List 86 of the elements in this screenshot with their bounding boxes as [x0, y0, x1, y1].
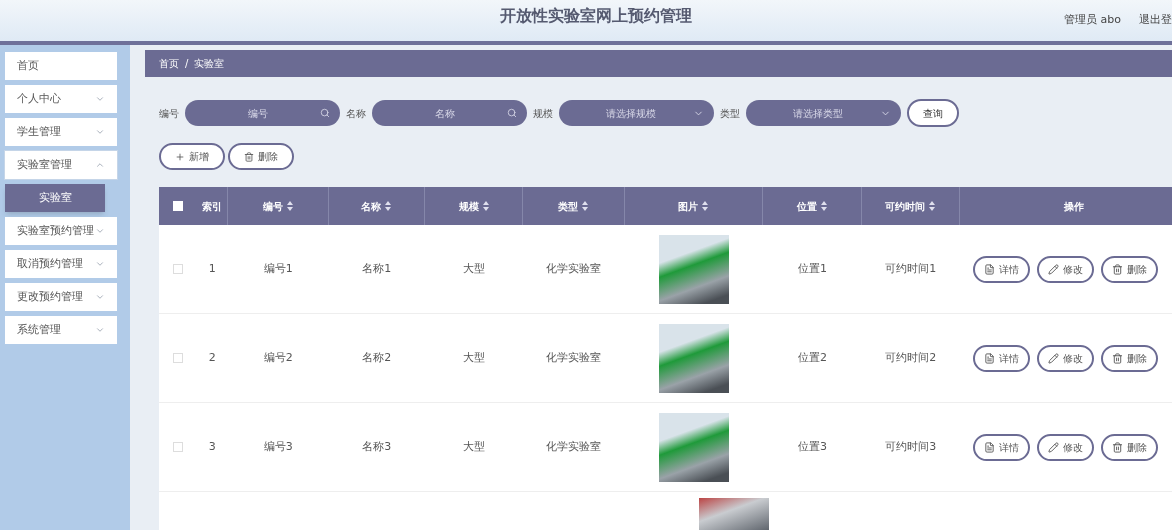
detail-button[interactable]: 详情: [972, 344, 1030, 372]
select-all-checkbox[interactable]: [172, 201, 183, 211]
table-cell-text: 大型: [463, 349, 486, 366]
row-checkbox[interactable]: [172, 442, 183, 452]
delete-button[interactable]: 删除: [1100, 344, 1158, 372]
select-field[interactable]: 请选择规模: [559, 100, 714, 126]
add-button[interactable]: 新增: [159, 143, 225, 170]
table-cell-text: 1: [208, 260, 216, 277]
column-header: 索引: [196, 187, 228, 225]
plus-icon: [175, 151, 185, 162]
breadcrumb-item: /: [185, 57, 189, 71]
column-header[interactable]: 图片: [624, 187, 764, 225]
column-header[interactable]: 规模: [425, 187, 523, 225]
detail-button[interactable]: 详情: [972, 255, 1030, 283]
sidebar-menu-item[interactable]: 实验室管理: [5, 151, 117, 179]
table-cell-text: 编号1: [263, 260, 293, 277]
column-header: 操作: [959, 187, 1172, 225]
edit-button[interactable]: 修改: [1036, 344, 1094, 372]
table-cell-text: 大型: [463, 438, 486, 455]
table-cell-text: 位置2: [798, 349, 828, 366]
table-cell-text: 名称2: [362, 349, 392, 366]
row-checkbox[interactable]: [172, 264, 183, 274]
sidebar-menu-item[interactable]: 学生管理: [5, 118, 117, 146]
table-cell-text: 可约时间1: [885, 260, 937, 277]
search-field[interactable]: 名称: [372, 100, 527, 126]
breadcrumb-item[interactable]: 首页: [159, 56, 179, 71]
table-cell-text: 编号3: [263, 438, 293, 455]
logout-link[interactable]: 退出登: [1139, 12, 1172, 29]
photo-placeholder: [658, 323, 729, 393]
document-icon: [983, 263, 995, 275]
detail-button[interactable]: 详情: [972, 433, 1030, 461]
filter-label: 名称: [346, 106, 366, 121]
table-cell-text: 位置3: [798, 438, 828, 455]
column-header[interactable]: 类型: [522, 187, 625, 225]
document-icon: [983, 352, 995, 364]
pencil-icon: [1047, 352, 1059, 364]
table-cell-text: 大型: [463, 260, 486, 277]
search-icon: [507, 108, 517, 118]
trash-icon: [1111, 263, 1123, 275]
filter-label: 规模: [533, 106, 553, 121]
table-cell-text: 化学实验室: [546, 349, 602, 366]
table-cell-text: 可约时间2: [885, 349, 937, 366]
edit-button[interactable]: 修改: [1036, 255, 1094, 283]
edit-button[interactable]: 修改: [1036, 433, 1094, 461]
table-cell-text: 位置1: [798, 260, 828, 277]
document-icon: [983, 441, 995, 453]
table-cell-text: 名称3: [362, 438, 392, 455]
pencil-icon: [1047, 441, 1059, 453]
sidebar-menu-item[interactable]: 个人中心: [5, 85, 117, 113]
app-title: 开放性实验室网上预约管理: [500, 5, 692, 27]
breadcrumb-item: 实验室: [194, 57, 225, 71]
table-cell-text: 3: [208, 438, 216, 455]
pencil-icon: [1047, 263, 1059, 275]
filter-label: 编号: [159, 106, 179, 121]
table-cell-text: 化学实验室: [546, 260, 602, 277]
sidebar-menu-item[interactable]: 系统管理: [5, 316, 117, 344]
sidebar-menu-item[interactable]: 更改预约管理: [5, 283, 117, 311]
select-field[interactable]: 请选择类型: [746, 100, 901, 126]
sidebar-menu-item[interactable]: 实验室预约管理: [5, 217, 117, 245]
query-button[interactable]: 查询: [907, 99, 959, 127]
delete-button[interactable]: 删除: [228, 143, 294, 170]
delete-button[interactable]: 删除: [1100, 255, 1158, 283]
photo-placeholder: [658, 412, 729, 482]
table-cell-text: 名称1: [362, 260, 392, 277]
trash-icon: [1111, 441, 1123, 453]
trash-icon: [1111, 352, 1123, 364]
photo-placeholder: [658, 234, 729, 304]
user-label: 管理员 abo: [1064, 12, 1121, 29]
sidebar-menu-item[interactable]: 取消预约管理: [5, 250, 117, 278]
search-icon: [320, 108, 330, 118]
delete-button[interactable]: 删除: [1100, 433, 1158, 461]
trash-icon: [244, 151, 254, 162]
column-header[interactable]: 可约时间: [861, 187, 960, 225]
row-checkbox[interactable]: [172, 353, 183, 363]
sidebar-submenu-item[interactable]: 实验室: [5, 184, 105, 212]
table-cell-text: 编号2: [263, 349, 293, 366]
filter-label: 类型: [720, 106, 740, 121]
search-field[interactable]: 编号: [185, 100, 340, 126]
sidebar-menu-item[interactable]: 首页: [5, 52, 117, 80]
table-cell-text: 化学实验室: [546, 438, 602, 455]
column-header[interactable]: 名称: [328, 187, 426, 225]
table-cell-text: 可约时间3: [885, 438, 937, 455]
photo-placeholder: [698, 498, 769, 530]
column-header[interactable]: 位置: [763, 187, 862, 225]
table-cell-text: 2: [208, 349, 216, 366]
column-header[interactable]: 编号: [227, 187, 329, 225]
